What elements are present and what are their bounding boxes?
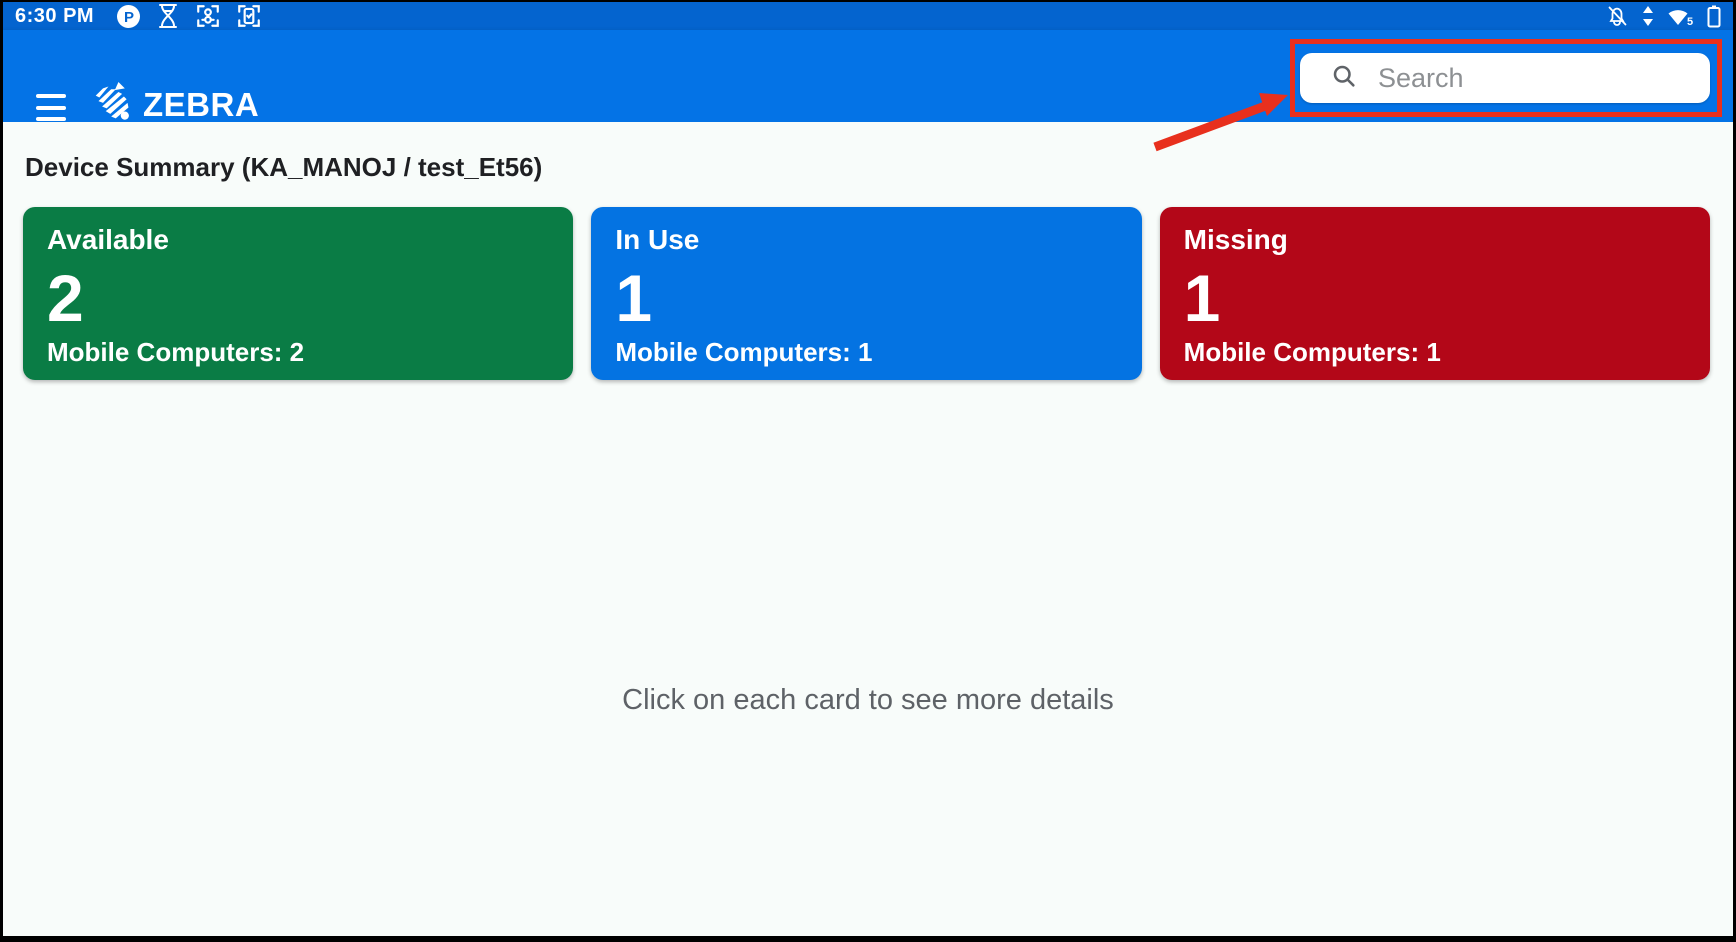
- search-input[interactable]: [1378, 63, 1696, 94]
- card-count: 2: [47, 265, 549, 331]
- notifications-off-icon: [1605, 4, 1629, 28]
- card-detail: Mobile Computers: 2: [47, 337, 549, 372]
- card-count: 1: [1184, 265, 1686, 331]
- card-label: Available: [47, 222, 549, 257]
- card-label: Missing: [1184, 222, 1686, 257]
- data-transfer-icon: [1641, 4, 1655, 28]
- brand-name: ZEBRA: [143, 86, 259, 124]
- card-detail: Mobile Computers: 1: [1184, 337, 1686, 372]
- wifi-icon: 5: [1667, 4, 1695, 28]
- device-screen: 6:30 PM P: [0, 0, 1736, 942]
- card-detail: Mobile Computers: 1: [615, 337, 1117, 372]
- zebra-logo: ZEBRA: [91, 82, 259, 127]
- status-right-icons: 5: [1605, 4, 1721, 28]
- zebra-head-icon: [91, 82, 135, 127]
- status-bar: 6:30 PM P: [3, 2, 1733, 30]
- page-title: Device Summary (KA_MANOJ / test_Et56): [25, 152, 542, 183]
- hint-message: Click on each card to see more details: [0, 684, 1736, 717]
- summary-cards: Available 2 Mobile Computers: 2 In Use 1…: [23, 207, 1710, 380]
- status-left-icons: P: [116, 3, 262, 29]
- device-diagnostics-icon: [195, 3, 221, 29]
- hourglass-icon: [156, 3, 180, 29]
- svg-text:5: 5: [1687, 16, 1693, 28]
- card-count: 1: [615, 265, 1117, 331]
- card-missing[interactable]: Missing 1 Mobile Computers: 1: [1160, 207, 1710, 380]
- card-label: In Use: [615, 222, 1117, 257]
- search-icon: [1330, 62, 1358, 95]
- search-field[interactable]: [1300, 53, 1710, 103]
- battery-icon: [1707, 4, 1721, 28]
- clock: 6:30 PM: [15, 5, 94, 28]
- menu-button[interactable]: [36, 94, 66, 121]
- card-in-use[interactable]: In Use 1 Mobile Computers: 1: [591, 207, 1141, 380]
- screen-verify-icon: [236, 3, 262, 29]
- card-available[interactable]: Available 2 Mobile Computers: 2: [23, 207, 573, 380]
- priority-mode-icon: P: [116, 4, 141, 29]
- svg-text:P: P: [124, 9, 134, 26]
